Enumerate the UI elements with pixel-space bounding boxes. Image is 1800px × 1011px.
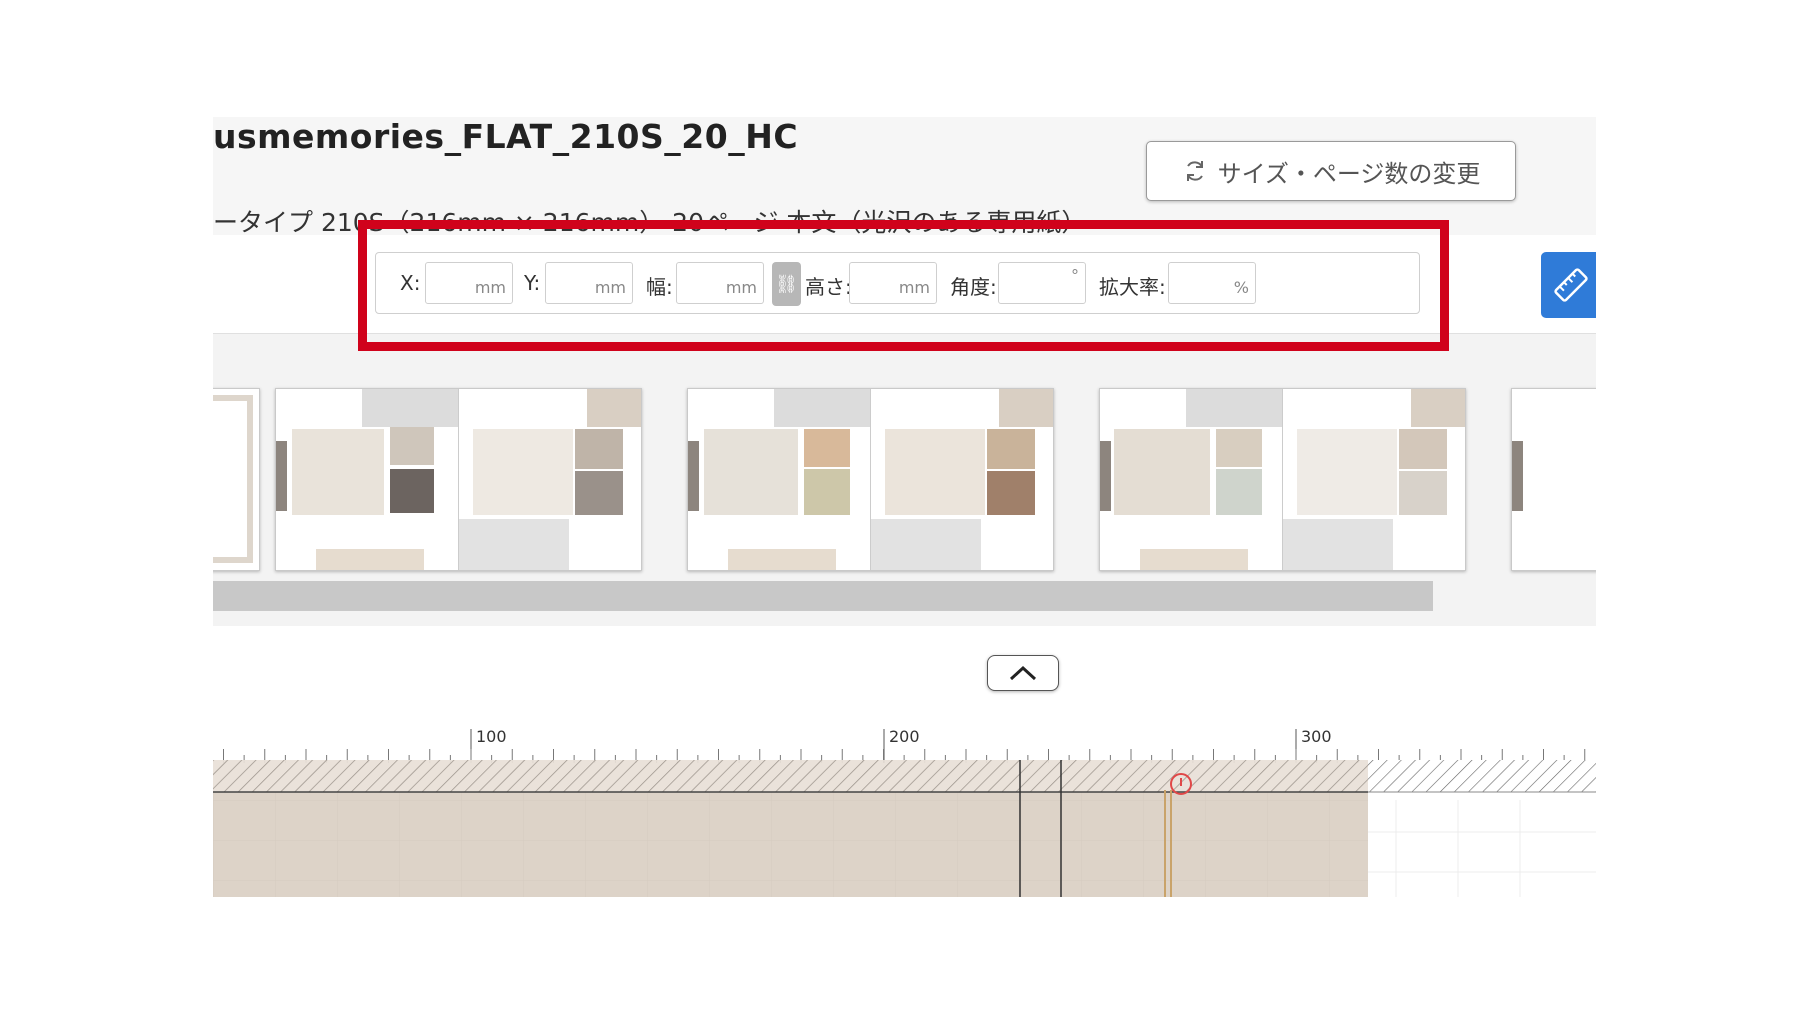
collapse-panel-button[interactable] <box>987 655 1059 691</box>
photo-baby <box>804 469 850 515</box>
photo-baby <box>575 429 623 469</box>
photo-block <box>1411 389 1465 427</box>
side-tab <box>1512 441 1523 511</box>
side-tab <box>1100 441 1111 511</box>
page-thumbnail-panel: 02-03 04-05 <box>213 333 1596 626</box>
page-canvas[interactable] <box>213 760 1596 897</box>
change-size-pages-label: サイズ・ページ数の変更 <box>1217 159 1481 188</box>
photo-block <box>871 519 981 570</box>
project-title: usmemories_FLAT_210S_20_HC <box>213 117 799 156</box>
photo-block <box>1186 389 1282 427</box>
photo-baby <box>473 429 573 515</box>
ruler-toggle-button[interactable] <box>1541 252 1596 318</box>
photo-baby <box>1399 471 1447 515</box>
photo-block <box>587 389 641 427</box>
photo-baby <box>575 471 623 515</box>
photo-baby <box>390 427 434 465</box>
caption-bar <box>728 549 836 570</box>
thumbnail-scrollbar[interactable] <box>213 581 1433 611</box>
photo-baby <box>1114 429 1210 515</box>
page-thumbnail-05 <box>870 389 1053 570</box>
ruler-icon <box>1554 268 1588 302</box>
side-tab <box>276 441 287 511</box>
side-tab <box>688 441 699 511</box>
caption-bar <box>1140 549 1248 570</box>
photo-baby <box>1297 429 1397 515</box>
photo-block <box>1283 519 1393 570</box>
spread-thumbnail-08-09[interactable] <box>1511 388 1596 571</box>
header: usmemories_FLAT_210S_20_HC ータイプ 210S（216… <box>213 117 1596 237</box>
photo-baby <box>1216 469 1262 515</box>
change-size-pages-button[interactable]: サイズ・ページ数の変更 <box>1146 141 1516 201</box>
toolbar-highlight-box <box>358 220 1449 351</box>
page-thumbnail-07 <box>1282 389 1465 570</box>
photo-baby <box>1399 429 1447 469</box>
photo-block <box>362 389 458 427</box>
photo-baby <box>987 471 1035 515</box>
spread-thumbnail-cover[interactable] <box>213 388 260 571</box>
refresh-icon <box>1186 161 1203 181</box>
photo-baby <box>1216 429 1262 467</box>
page-thumbnail-06 <box>1100 389 1282 570</box>
page-thumbnail-04 <box>688 389 870 570</box>
page-thumbnail-03 <box>458 389 641 570</box>
page-thumbnail-02 <box>276 389 458 570</box>
caption-bar <box>316 549 424 570</box>
photo-baby <box>704 429 798 515</box>
spread-thumbnail-02-03[interactable] <box>275 388 642 571</box>
canvas-surface <box>213 760 1596 897</box>
chevron-up-icon <box>1009 665 1037 681</box>
spread-thumbnail-06-07[interactable] <box>1099 388 1466 571</box>
photo-baby <box>885 429 985 515</box>
photo-baby <box>390 469 434 513</box>
photo-baby <box>804 429 850 467</box>
photo-block <box>999 389 1053 427</box>
photo-baby <box>292 429 384 515</box>
spread-thumbnail-04-05[interactable] <box>687 388 1054 571</box>
photo-block <box>459 519 569 570</box>
photo-baby <box>987 429 1035 469</box>
cover-frame <box>213 395 253 563</box>
photo-block <box>774 389 870 427</box>
